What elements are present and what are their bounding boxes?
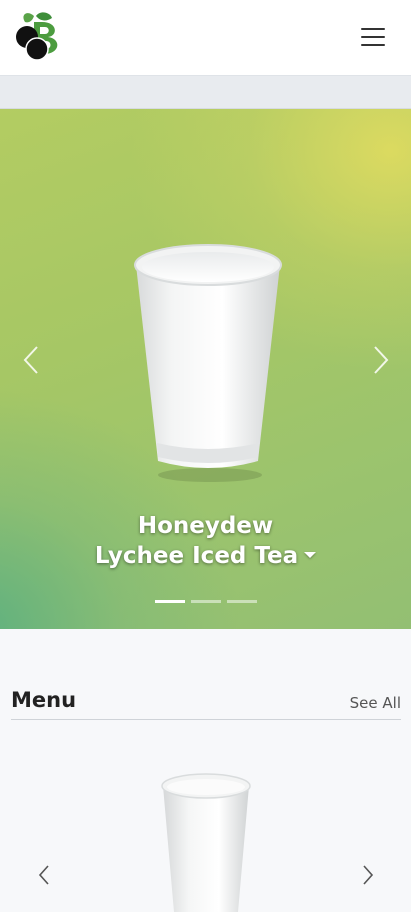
boba-blueberry-logo-icon[interactable] bbox=[12, 10, 62, 62]
carousel-indicator-1[interactable] bbox=[155, 600, 185, 603]
menu-prev-chevron-left-icon[interactable] bbox=[36, 864, 52, 886]
menu-section-header: Menu See All bbox=[11, 686, 401, 720]
secondary-bar bbox=[0, 75, 411, 109]
hero-carousel: Honeydew Lychee Iced Tea bbox=[0, 109, 411, 629]
carousel-indicator-3[interactable] bbox=[227, 600, 257, 603]
caption-line-2: Lychee Iced Tea bbox=[94, 543, 299, 569]
menu-title: Menu bbox=[11, 688, 77, 712]
carousel-indicators bbox=[155, 600, 265, 604]
menu-item-cup-image[interactable] bbox=[160, 772, 252, 912]
carousel-prev-chevron-left-icon[interactable] bbox=[19, 345, 43, 375]
navbar bbox=[0, 0, 411, 75]
carousel-caption[interactable]: Honeydew Lychee Iced Tea bbox=[0, 511, 411, 571]
carousel-next-chevron-right-icon[interactable] bbox=[369, 345, 393, 375]
see-all-link[interactable]: See All bbox=[350, 694, 401, 712]
caret-down-icon[interactable] bbox=[304, 551, 317, 558]
caption-line-1: Honeydew bbox=[137, 513, 274, 539]
menu-next-chevron-right-icon[interactable] bbox=[360, 864, 376, 886]
hamburger-menu-icon[interactable] bbox=[358, 25, 388, 51]
carousel-indicator-2[interactable] bbox=[191, 600, 221, 603]
paper-cup-image bbox=[134, 244, 282, 482]
